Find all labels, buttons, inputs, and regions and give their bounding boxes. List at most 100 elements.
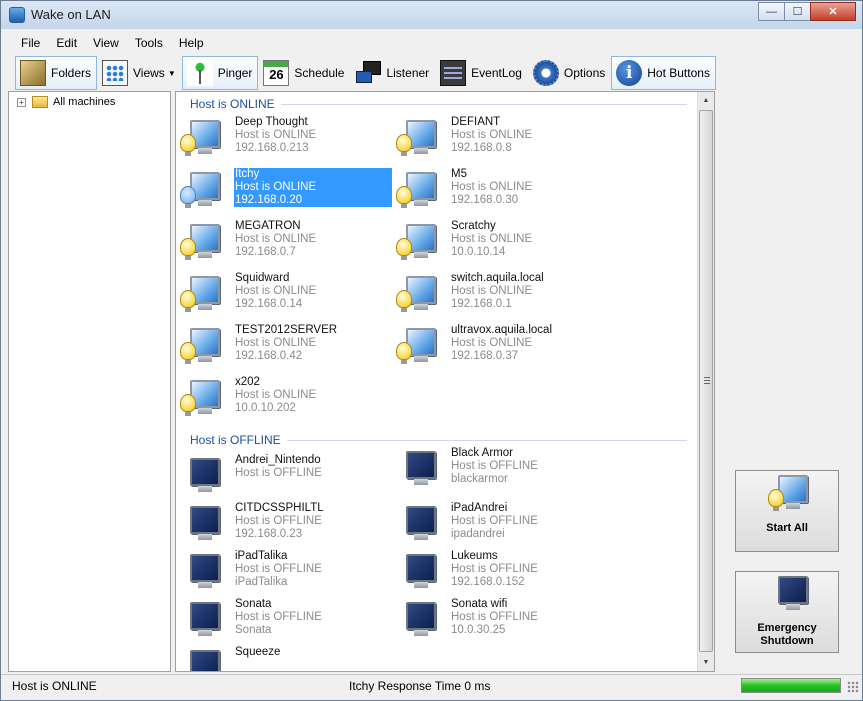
pinger-button[interactable]: Pinger — [181, 56, 259, 90]
start-all-label: Start All — [766, 522, 808, 534]
scrollbar-thumb[interactable] — [699, 110, 713, 652]
menu-tools[interactable]: Tools — [127, 34, 171, 52]
host-status: Host is ONLINE — [235, 337, 317, 349]
host-item[interactable]: MEGATRON Host is ONLINE 192.168.0.7 — [176, 220, 386, 264]
monitor-off-icon — [176, 650, 224, 671]
network-monitors-icon — [355, 60, 382, 86]
host-status: Host is OFFLINE — [451, 563, 538, 575]
monitor-bulb-icon — [176, 276, 224, 316]
host-item[interactable]: Itchy Host is ONLINE 192.168.0.20 — [176, 168, 392, 212]
host-name: x202 — [235, 376, 260, 388]
views-button[interactable]: Views ▼ — [97, 56, 182, 90]
monitor-bulb-icon — [176, 328, 224, 368]
host-text: iPadTalika Host is OFFLINE iPadTalika — [234, 550, 392, 589]
host-text: Sonata Host is OFFLINE Sonata — [234, 598, 392, 637]
host-item[interactable]: M5 Host is ONLINE 192.168.0.30 — [392, 168, 602, 212]
host-item[interactable]: Sonata wifi Host is OFFLINE 10.0.30.25 — [392, 598, 602, 642]
host-item[interactable]: DEFIANT Host is ONLINE 192.168.0.8 — [392, 116, 602, 160]
eventlog-button[interactable]: EventLog — [435, 56, 528, 90]
options-label: Options — [563, 66, 606, 80]
host-status: Host is OFFLINE — [235, 611, 322, 623]
monitor-bulb-icon — [392, 224, 440, 264]
host-item[interactable]: Lukeums Host is OFFLINE 192.168.0.152 — [392, 550, 602, 594]
host-item[interactable]: iPadAndrei Host is OFFLINE ipadandrei — [392, 502, 602, 546]
host-item[interactable]: ultravox.aquila.local Host is ONLINE 192.1… — [392, 324, 602, 368]
close-button[interactable]: ✕ — [810, 2, 856, 21]
menu-help[interactable]: Help — [171, 34, 212, 52]
host-name: Deep Thought — [235, 116, 308, 128]
emergency-label-line1: Emergency — [757, 622, 817, 634]
progress-bar — [741, 678, 841, 693]
host-address: ipadandrei — [451, 528, 505, 540]
host-name: ultravox.aquila.local — [451, 324, 553, 336]
host-address: 192.168.0.1 — [451, 298, 512, 310]
host-status: Host is ONLINE — [235, 181, 317, 193]
monitor-bulb-icon — [392, 172, 440, 212]
tree-item-label: All machines — [53, 96, 116, 108]
host-item[interactable]: CITDCSSPHILTL Host is OFFLINE 192.168.0.23 — [176, 502, 386, 546]
emergency-shutdown-button[interactable]: Emergency Shutdown — [735, 571, 839, 653]
host-address: 10.0.10.14 — [451, 246, 506, 258]
dropdown-arrow-icon[interactable]: ▼ — [168, 69, 176, 78]
monitor-off-icon — [176, 554, 224, 594]
response-time-text: Itchy Response Time 0 ms — [349, 679, 491, 693]
scroll-down-icon[interactable]: ▼ — [698, 654, 714, 671]
listener-button[interactable]: Listener — [350, 56, 435, 90]
host-item[interactable]: Andrei_Nintendo Host is OFFLINE — [176, 454, 386, 498]
resize-grip-icon[interactable] — [847, 681, 859, 693]
folder-tree: + All machines — [8, 91, 171, 672]
folders-label: Folders — [51, 66, 92, 80]
menu-file[interactable]: File — [13, 34, 48, 52]
tree-item-all-machines[interactable]: + All machines — [17, 96, 115, 108]
minimize-button[interactable]: — — [758, 2, 785, 21]
window-title: Wake on LAN — [31, 7, 111, 22]
pinger-antenna-icon — [186, 60, 213, 86]
host-item[interactable]: Scratchy Host is ONLINE 10.0.10.14 — [392, 220, 602, 264]
host-item[interactable]: x202 Host is ONLINE 10.0.10.202 — [176, 376, 386, 420]
host-name: switch.aquila.local — [451, 272, 544, 284]
host-name: DEFIANT — [451, 116, 501, 128]
host-item[interactable]: Sonata Host is OFFLINE Sonata — [176, 598, 386, 642]
host-item[interactable]: TEST2012SERVER Host is ONLINE 192.168.0.42 — [176, 324, 386, 368]
group-header-label: Host is OFFLINE — [190, 433, 281, 447]
expand-icon[interactable]: + — [17, 97, 26, 107]
monitor-off-icon — [392, 451, 440, 491]
monitor-off-icon — [764, 576, 812, 616]
hot-buttons-button[interactable]: i Hot Buttons — [611, 56, 716, 90]
folders-button[interactable]: Folders — [15, 56, 98, 90]
host-item[interactable]: Squidward Host is ONLINE 192.168.0.14 — [176, 272, 386, 316]
host-item[interactable]: Deep Thought Host is ONLINE 192.168.0.213 — [176, 116, 386, 160]
host-item[interactable]: Squeeze — [176, 646, 386, 671]
host-name: Sonata wifi — [451, 598, 508, 610]
host-address: 10.0.10.202 — [235, 402, 296, 414]
host-address: 192.168.0.30 — [451, 194, 519, 206]
host-name: iPadTalika — [235, 550, 288, 562]
host-status: Host is OFFLINE — [235, 467, 322, 479]
options-button[interactable]: Options — [528, 56, 611, 90]
host-name: Lukeums — [451, 550, 498, 562]
schedule-button[interactable]: 26 Schedule — [258, 56, 350, 90]
views-icon — [102, 60, 129, 86]
menu-view[interactable]: View — [85, 34, 127, 52]
host-address: 192.168.0.152 — [451, 576, 525, 588]
maximize-button[interactable]: ☐ — [784, 2, 811, 21]
host-item[interactable]: switch.aquila.local Host is ONLINE 192.168… — [392, 272, 602, 316]
title-bar[interactable]: Wake on LAN — ☐ ✕ — [1, 1, 862, 29]
start-all-button[interactable]: Start All — [735, 470, 839, 552]
host-status: Host is ONLINE — [451, 181, 533, 193]
host-text: CITDCSSPHILTL Host is OFFLINE 192.168.0.23 — [234, 502, 392, 541]
host-item[interactable]: Black Armor Host is OFFLINE blackarmor — [392, 447, 602, 491]
schedule-label: Schedule — [294, 66, 345, 80]
menu-edit[interactable]: Edit — [48, 34, 85, 52]
scroll-up-icon[interactable]: ▲ — [698, 92, 714, 109]
host-status: Host is ONLINE — [451, 337, 533, 349]
views-label: Views — [133, 66, 165, 80]
hot-buttons-label: Hot Buttons — [647, 66, 710, 80]
status-text: Host is ONLINE — [12, 679, 97, 693]
monitor-off-icon — [392, 506, 440, 546]
host-item[interactable]: iPadTalika Host is OFFLINE iPadTalika — [176, 550, 386, 594]
vertical-scrollbar[interactable]: ▲ ▼ — [697, 92, 714, 671]
host-name: MEGATRON — [235, 220, 301, 232]
listener-label: Listener — [386, 66, 430, 80]
host-name: Itchy — [235, 168, 260, 180]
